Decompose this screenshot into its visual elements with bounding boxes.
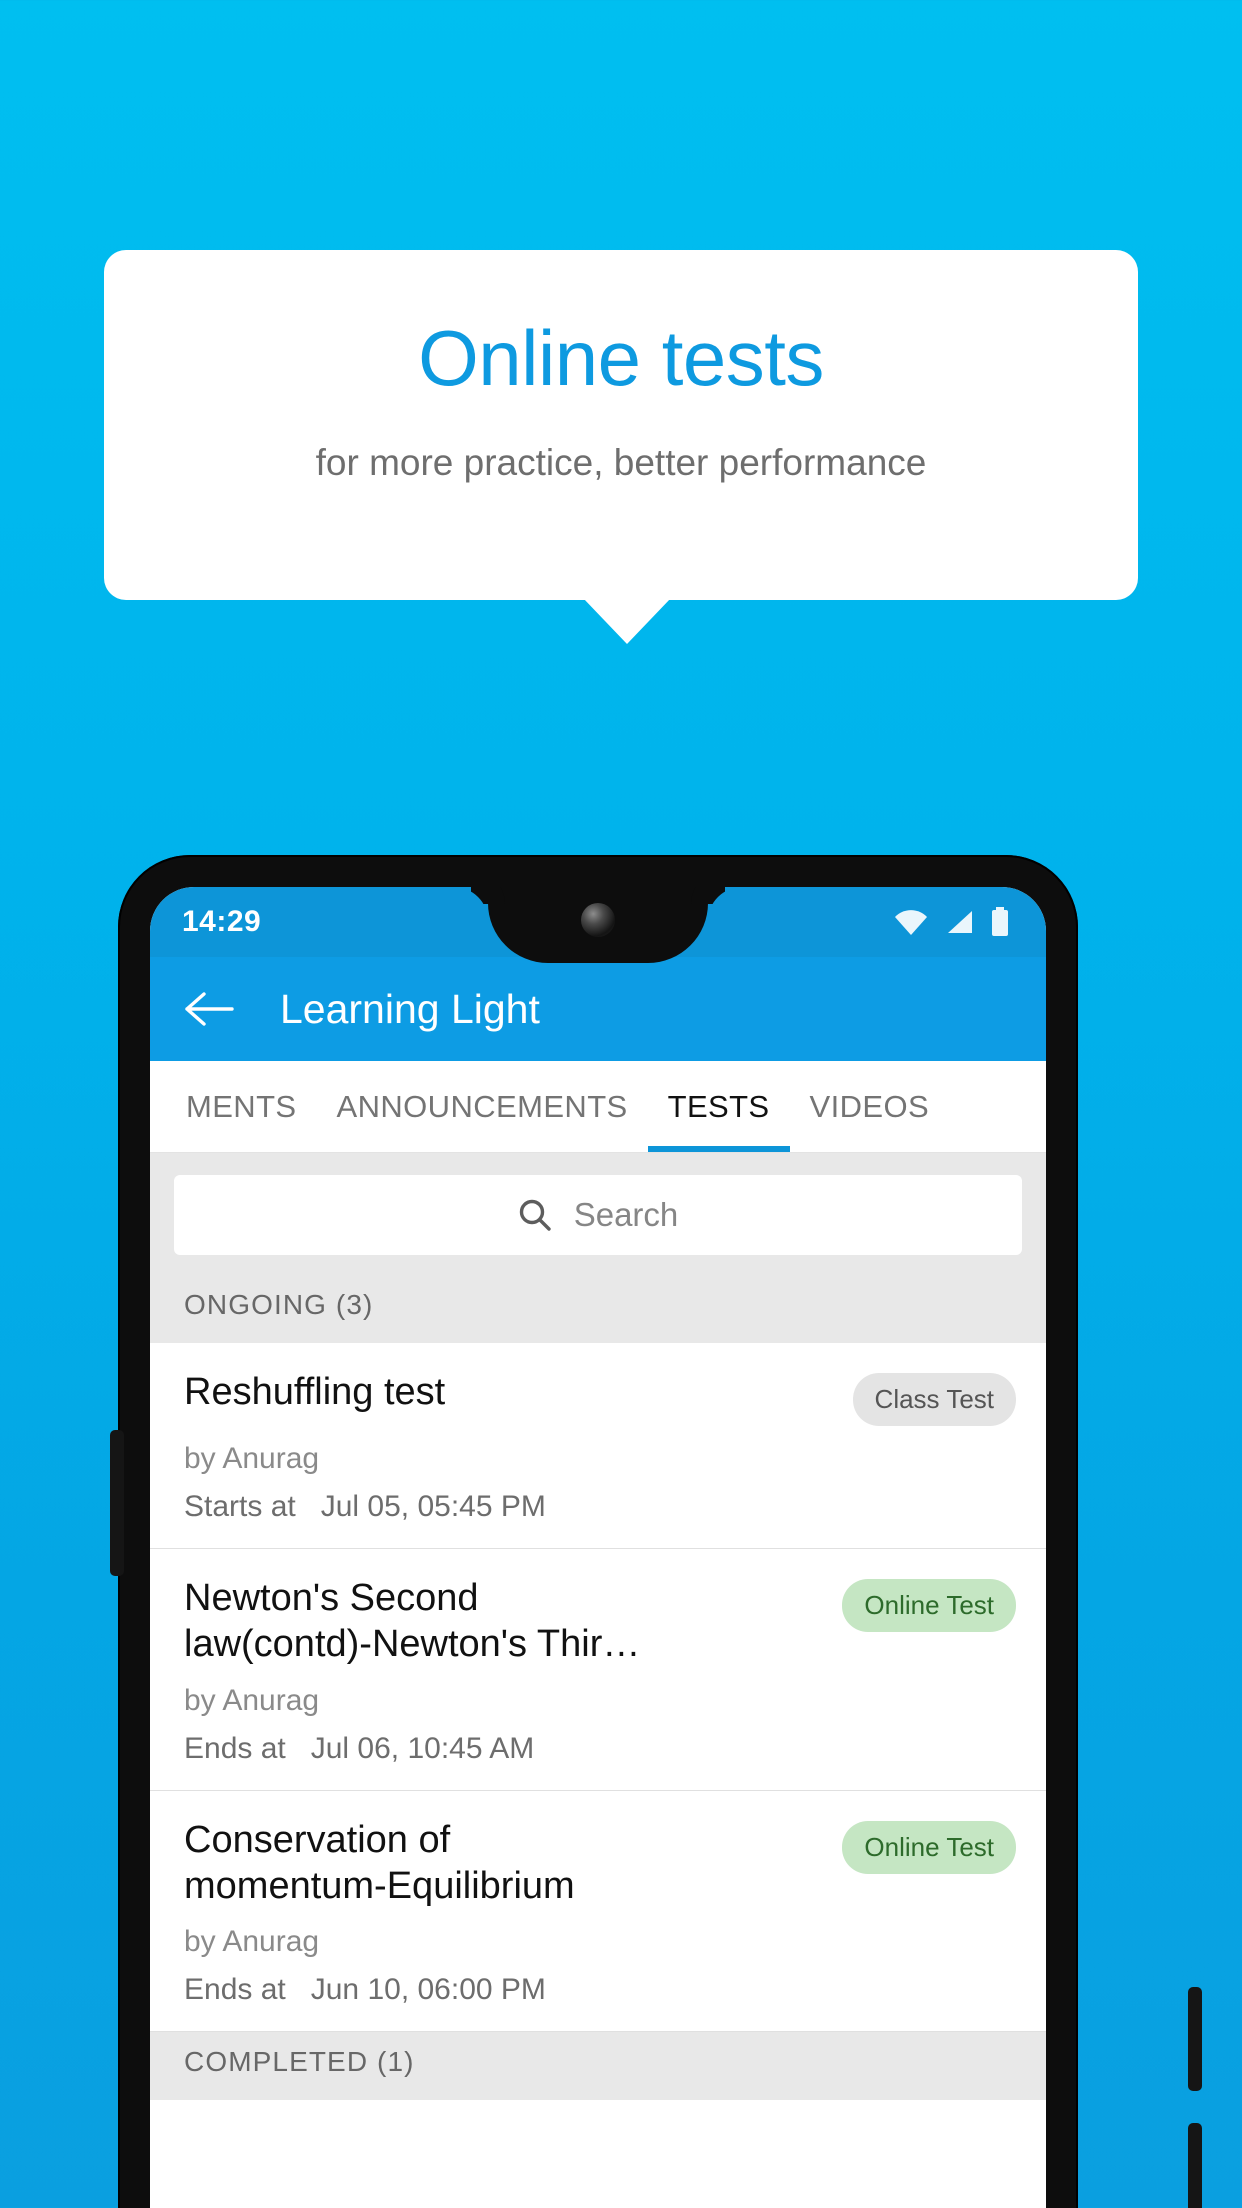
test-author: by Anurag	[184, 1925, 320, 1959]
section-header-completed: COMPLETED (1)	[150, 2032, 1046, 2101]
status-badge: Online Test	[842, 1820, 1016, 1874]
app-title: Learning Light	[280, 985, 540, 1032]
phone-mockup: 14:29 Learning Light MENTS ANNOUNCEMENTS…	[118, 855, 1202, 2208]
front-camera-icon	[581, 903, 615, 937]
test-time-value: Jul 06, 10:45 AM	[310, 1731, 535, 1765]
test-row[interactable]: Newton's Second law(contd)-Newton's Thir…	[150, 1549, 1046, 1791]
test-time: Ends at Jul 06, 10:45 AM	[184, 1732, 1016, 1766]
back-arrow-icon[interactable]	[184, 991, 234, 1027]
test-time-label: Ends at	[184, 1973, 286, 2007]
wifi-icon	[895, 910, 927, 935]
search-icon	[519, 1199, 551, 1231]
signal-icon	[948, 911, 972, 933]
volume-up-button[interactable]	[1188, 1987, 1202, 2091]
test-author: by Anurag	[184, 1442, 320, 1475]
test-time-label: Starts at	[184, 1490, 296, 1523]
promo-card-tail	[583, 598, 671, 644]
volume-down-button[interactable]	[1188, 2123, 1202, 2208]
search-input[interactable]: Search	[174, 1175, 1022, 1255]
search-zone: Search	[150, 1153, 1046, 1275]
test-time-label: Ends at	[184, 1731, 286, 1765]
tab-bar: MENTS ANNOUNCEMENTS TESTS VIDEOS	[150, 1061, 1046, 1153]
test-time-value: Jun 10, 06:00 PM	[310, 1973, 546, 2007]
test-name: Reshuffling test	[184, 1371, 446, 1413]
search-placeholder: Search	[573, 1196, 679, 1233]
test-row[interactable]: Reshuffling test Class Test by Anurag St…	[150, 1343, 1046, 1549]
status-time: 14:29	[182, 905, 262, 938]
section-header-ongoing: ONGOING (3)	[150, 1275, 1046, 1343]
tab-announcements[interactable]: ANNOUNCEMENTS	[317, 1061, 648, 1152]
tab-videos[interactable]: VIDEOS	[790, 1061, 950, 1152]
test-row[interactable]: Conservation of momentum-Equilibrium Onl…	[150, 1790, 1046, 2033]
status-badge: Class Test	[852, 1373, 1016, 1426]
test-row-top: Reshuffling test Class Test	[184, 1369, 1016, 1426]
test-author: by Anurag	[184, 1683, 320, 1717]
test-time: Starts at Jul 05, 05:45 PM	[184, 1490, 1016, 1524]
status-badge: Online Test	[842, 1579, 1016, 1632]
test-row-top: Conservation of momentum-Equilibrium Onl…	[184, 1817, 1016, 1910]
tab-tests[interactable]: TESTS	[647, 1061, 790, 1152]
power-button[interactable]	[110, 1430, 124, 1576]
test-name: Newton's Second law(contd)-Newton's Thir…	[184, 1577, 641, 1666]
test-time-value: Jul 05, 05:45 PM	[320, 1490, 546, 1523]
status-icons	[894, 907, 1014, 937]
app-bar: Learning Light	[150, 957, 1046, 1061]
tab-ments[interactable]: MENTS	[166, 1061, 317, 1152]
promo-card: Online tests for more practice, better p…	[104, 250, 1138, 600]
battery-icon	[992, 907, 1008, 936]
phone-screen: 14:29 Learning Light MENTS ANNOUNCEMENTS…	[150, 887, 1046, 2208]
status-bar: 14:29	[150, 887, 1046, 963]
test-row-top: Newton's Second law(contd)-Newton's Thir…	[184, 1575, 1016, 1668]
test-name: Conservation of momentum-Equilibrium	[184, 1818, 575, 1908]
test-time: Ends at Jun 10, 06:00 PM	[184, 1973, 1016, 2007]
promo-subtitle: for more practice, better performance	[315, 441, 927, 483]
promo-title: Online tests	[418, 314, 824, 402]
